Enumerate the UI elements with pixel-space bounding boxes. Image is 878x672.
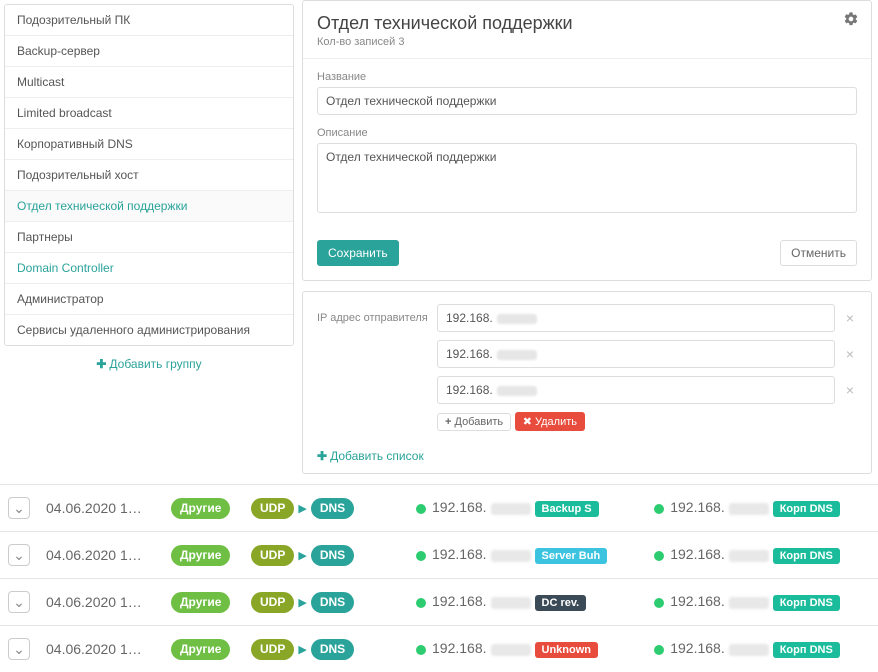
src-cell: 192.168.Server Buh [408, 532, 646, 579]
proto-chain: UDP ▶ DNS [251, 545, 354, 566]
sidebar-item-10[interactable]: Сервисы удаленного администрирования [5, 315, 293, 345]
sidebar-item-7[interactable]: Партнеры [5, 222, 293, 253]
proto-dns-pill: DNS [311, 498, 354, 519]
remove-ip-icon[interactable]: × [843, 382, 857, 398]
status-dot-icon [654, 504, 664, 514]
expand-row-button[interactable]: ⌄ [8, 544, 30, 566]
log-row: ⌄ 04.06.2020 1… Другие UDP ▶ DNS 192.168.Unkno… [0, 626, 878, 672]
src-cell: 192.168.DC rev. [408, 579, 646, 626]
status-dot-icon [654, 598, 664, 608]
group-panel: Отдел технической поддержки Кол-во запис… [302, 0, 872, 281]
add-ip-button[interactable]: + Добавить [437, 413, 511, 431]
status-dot-icon [654, 551, 664, 561]
proto-udp-pill: UDP [251, 545, 294, 566]
sidebar-item-0[interactable]: Подозрительный ПК [5, 5, 293, 36]
sidebar-item-9[interactable]: Администратор [5, 284, 293, 315]
name-label: Название [317, 71, 857, 83]
src-tag: Server Buh [535, 548, 608, 564]
proto-udp-pill: UDP [251, 592, 294, 613]
proto-chain: UDP ▶ DNS [251, 498, 354, 519]
name-input[interactable] [317, 87, 857, 115]
desc-label: Описание [317, 127, 857, 139]
proto-udp-pill: UDP [251, 639, 294, 660]
log-date: 04.06.2020 1… [38, 532, 163, 579]
save-button[interactable]: Сохранить [317, 240, 399, 266]
expand-row-button[interactable]: ⌄ [8, 638, 30, 660]
chevron-right-icon: ▶ [298, 596, 306, 609]
gear-icon[interactable] [843, 11, 859, 30]
expand-row-button[interactable]: ⌄ [8, 497, 30, 519]
src-tag: Backup S [535, 501, 599, 517]
status-dot-icon [416, 598, 426, 608]
type-pill: Другие [171, 639, 230, 660]
add-group-label: Добавить группу [109, 357, 201, 371]
ip-panel: IP адрес отправителя192.168.×192.168.×19… [302, 291, 872, 474]
type-pill: Другие [171, 498, 230, 519]
src-cell: 192.168.Backup S [408, 485, 646, 532]
type-pill: Другие [171, 592, 230, 613]
log-date: 04.06.2020 1… [38, 485, 163, 532]
log-date: 04.06.2020 1… [38, 579, 163, 626]
ip-input-2[interactable]: 192.168. [437, 376, 835, 404]
sidebar-item-8[interactable]: Domain Controller [5, 253, 293, 284]
sidebar-item-3[interactable]: Limited broadcast [5, 98, 293, 129]
ip-input-0[interactable]: 192.168. [437, 304, 835, 332]
log-row: ⌄ 04.06.2020 1… Другие UDP ▶ DNS 192.168.Backu… [0, 485, 878, 532]
status-dot-icon [416, 645, 426, 655]
delete-ip-button[interactable]: ✖ Удалить [515, 412, 585, 431]
add-list-label: Добавить список [330, 449, 424, 463]
chevron-right-icon: ▶ [298, 502, 306, 515]
status-dot-icon [416, 504, 426, 514]
ip-input-1[interactable]: 192.168. [437, 340, 835, 368]
proto-dns-pill: DNS [311, 639, 354, 660]
records-count: Кол-во записей 3 [317, 36, 857, 48]
plus-icon: ✚ [96, 357, 106, 371]
expand-row-button[interactable]: ⌄ [8, 591, 30, 613]
log-date: 04.06.2020 1… [38, 626, 163, 672]
dst-tag: Корп DNS [773, 595, 840, 611]
page-title: Отдел технической поддержки [317, 13, 857, 34]
src-tag: Unknown [535, 642, 599, 658]
dst-tag: Корп DNS [773, 642, 840, 658]
remove-ip-icon[interactable]: × [843, 310, 857, 326]
src-tag: DC rev. [535, 595, 587, 611]
dst-tag: Корп DNS [773, 501, 840, 517]
dst-cell: 192.168.Корп DNS [646, 626, 878, 672]
sidebar-item-2[interactable]: Multicast [5, 67, 293, 98]
plus-icon: ✚ [317, 449, 327, 463]
desc-textarea[interactable]: Отдел технической поддержки [317, 143, 857, 213]
chevron-right-icon: ▶ [298, 643, 306, 656]
type-pill: Другие [171, 545, 230, 566]
proto-dns-pill: DNS [311, 592, 354, 613]
dst-cell: 192.168.Корп DNS [646, 485, 878, 532]
sidebar-item-1[interactable]: Backup-сервер [5, 36, 293, 67]
sidebar-item-5[interactable]: Подозрительный хост [5, 160, 293, 191]
log-row: ⌄ 04.06.2020 1… Другие UDP ▶ DNS 192.168.DC re… [0, 579, 878, 626]
chevron-right-icon: ▶ [298, 549, 306, 562]
sidebar-item-4[interactable]: Корпоративный DNS [5, 129, 293, 160]
sidebar: Подозрительный ПКBackup-серверMulticastL… [4, 4, 294, 346]
src-cell: 192.168.Unknown [408, 626, 646, 672]
add-list-link[interactable]: ✚Добавить список [317, 449, 424, 463]
proto-chain: UDP ▶ DNS [251, 592, 354, 613]
add-group-link[interactable]: ✚Добавить группу [96, 357, 201, 371]
remove-ip-icon[interactable]: × [843, 346, 857, 362]
dst-cell: 192.168.Корп DNS [646, 532, 878, 579]
proto-dns-pill: DNS [311, 545, 354, 566]
dst-tag: Корп DNS [773, 548, 840, 564]
proto-chain: UDP ▶ DNS [251, 639, 354, 660]
cancel-button[interactable]: Отменить [780, 240, 857, 266]
ip-label: IP адрес отправителя [317, 312, 437, 324]
log-row: ⌄ 04.06.2020 1… Другие UDP ▶ DNS 192.168.Serve… [0, 532, 878, 579]
dst-cell: 192.168.Корп DNS [646, 579, 878, 626]
status-dot-icon [654, 645, 664, 655]
status-dot-icon [416, 551, 426, 561]
sidebar-item-6[interactable]: Отдел технической поддержки [5, 191, 293, 222]
proto-udp-pill: UDP [251, 498, 294, 519]
